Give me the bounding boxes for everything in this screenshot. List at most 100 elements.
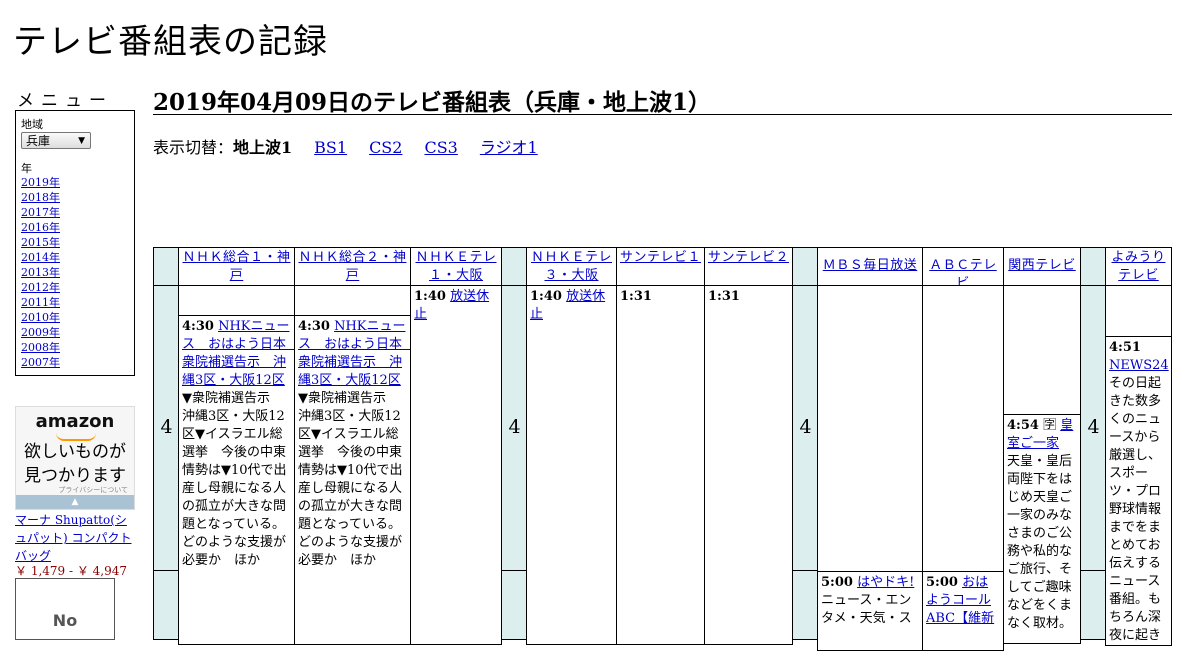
hour-label: 4 <box>160 416 173 438</box>
program-time: 5:00 <box>821 575 853 590</box>
program-time: 4:30 <box>182 319 214 334</box>
channel-link[interactable]: ＮＨＫＥテレ３・大阪 <box>531 250 612 283</box>
program-description: その日起きた数多くのニュースから厳選し、スポーツ・プロ野球情報までをまとめてお伝… <box>1109 376 1162 643</box>
hour-label: 4 <box>1087 416 1100 438</box>
program-mark-icon: 🈑 <box>1043 418 1057 433</box>
program-time: 4:51 <box>1109 340 1141 355</box>
page-title: 2019年04月09日のテレビ番組表（兵庫・地上波1） <box>153 89 712 116</box>
ad-product-price: ￥ 1,479 - ￥ 4,947 <box>15 564 128 578</box>
ad-expand-bar[interactable]: ▲ <box>16 495 134 509</box>
program-description: ▼衆院補選告示 沖縄3区・大阪12区▼イスラエル総選挙 今後の中東情勢は▼10代… <box>298 391 403 568</box>
channel-header: サンテレビ２ <box>704 247 793 286</box>
channel-header: 関西テレビ <box>1003 247 1081 286</box>
program-title-link[interactable]: はやドキ! <box>857 575 914 590</box>
year-link[interactable]: 2013年 <box>21 266 60 279</box>
channel-link[interactable]: 関西テレビ <box>1008 258 1076 273</box>
year-link[interactable]: 2016年 <box>21 221 60 234</box>
switch-link-cs3[interactable]: CS3 <box>424 138 457 157</box>
program-cell: 5:00 おはようコール ABC【維新 <box>922 571 1004 651</box>
channel-link[interactable]: サンテレビ２ <box>708 250 789 265</box>
program-cell-empty <box>817 285 923 572</box>
amazon-logo: amazon <box>35 411 115 432</box>
year-link[interactable]: 2008年 <box>21 341 60 354</box>
channel-link[interactable]: よみうりテレビ <box>1111 250 1165 283</box>
channel-link[interactable]: ＭＢＳ毎日放送 <box>823 258 918 273</box>
region-select[interactable]: 兵庫 ▼ <box>21 132 91 149</box>
switch-label: 表示切替： <box>153 138 234 157</box>
year-link[interactable]: 2015年 <box>21 236 60 249</box>
site-title: テレビ番組表の記録 <box>13 22 328 62</box>
ad-privacy-link[interactable]: プライバシーについて <box>58 485 128 495</box>
program-time: 5:00 <box>926 575 958 590</box>
channel-link[interactable]: ＮＨＫ総合２・神戸 <box>298 250 406 283</box>
region-select-value: 兵庫 <box>26 134 51 148</box>
year-link[interactable]: 2007年 <box>21 356 60 369</box>
hour-cell: 4 <box>501 285 527 571</box>
year-label: 年 <box>21 162 32 175</box>
program-time: 1:31 <box>708 289 740 304</box>
ad-headline-1: 欲しいものが <box>24 442 126 462</box>
program-time: 1:40 <box>414 289 446 304</box>
ad-headline-2: 見つかります <box>24 466 126 486</box>
program-time: 1:31 <box>620 289 652 304</box>
year-link[interactable]: 2017年 <box>21 206 60 219</box>
hour-cell: 4 <box>153 285 179 571</box>
program-cell: 4:30 NHKニュース おはよう日本 衆院補選告示 沖縄3区・大阪12区 ▼衆… <box>294 315 411 645</box>
switch-link-cs2[interactable]: CS2 <box>369 138 402 157</box>
program-cell: 1:31 <box>616 285 705 645</box>
switch-link-bs1[interactable]: BS1 <box>314 138 347 157</box>
program-cell: 4:51 NEWS24 その日起きた数多くのニュースから厳選し、スポーツ・プロ野球… <box>1105 336 1172 646</box>
program-title-link[interactable]: NEWS24 <box>1109 358 1169 373</box>
channel-header: ＮＨＫＥテレ１・大阪 <box>410 247 502 286</box>
hour-label: 4 <box>508 416 521 438</box>
channel-link[interactable]: ＮＨＫ総合１・神戸 <box>182 250 290 283</box>
chevron-down-icon: ▼ <box>78 136 85 146</box>
hour-header-cell <box>501 247 527 286</box>
year-list: 2019年 2018年 2017年 2016年 2015年 2014年 2013… <box>21 175 60 370</box>
menu-box: 地域 兵庫 ▼ 年 2019年 2018年 2017年 2016年 2015年 … <box>15 110 135 376</box>
channel-link[interactable]: サンテレビ１ <box>620 250 701 265</box>
switch-link-radio1[interactable]: ラジオ1 <box>480 138 538 157</box>
channel-header: ＭＢＳ毎日放送 <box>817 247 923 286</box>
program-time: 1:40 <box>530 289 562 304</box>
program-cell: 1:40 放送休止 <box>526 285 617 645</box>
view-switcher: 表示切替：地上波1 BS1 CS2 CS3 ラジオ1 <box>153 134 560 158</box>
program-cell: 4:54 🈑 皇室ご一家 天皇・皇后両陛下をはじめ天皇ご一家のみなさまのご公務や… <box>1003 414 1081 644</box>
channel-link[interactable]: ＮＨＫＥテレ１・大阪 <box>415 250 496 283</box>
program-cell: 1:31 <box>704 285 793 645</box>
hour-cell: 4 <box>792 285 818 571</box>
switch-current: 地上波1 <box>233 138 293 157</box>
title-rule <box>153 114 1172 115</box>
program-time: 4:54 <box>1007 418 1039 433</box>
year-link[interactable]: 2019年 <box>21 176 60 189</box>
program-time: 4:30 <box>298 319 330 334</box>
menu-title: メニュー <box>17 91 113 111</box>
amazon-ad-banner[interactable]: amazon 欲しいものが 見つかります プライバシーについて ▲ <box>15 406 135 510</box>
program-cell-empty <box>1105 285 1172 337</box>
year-link[interactable]: 2018年 <box>21 191 60 204</box>
program-description: 天皇・皇后両陛下をはじめ天皇ご一家のみなさまのご公務や私的なご旅行、そしてご趣味… <box>1007 454 1073 631</box>
channel-header: サンテレビ１ <box>616 247 705 286</box>
hour-header-cell <box>1080 247 1106 286</box>
program-description: ▼衆院補選告示 沖縄3区・大阪12区▼イスラエル総選挙 今後の中東情勢は▼10代… <box>182 391 287 568</box>
channel-header: ＮＨＫＥテレ３・大阪 <box>526 247 617 286</box>
channel-link[interactable]: ＡＢＣテレビ <box>929 258 997 285</box>
no-image-text: No <box>52 611 78 630</box>
channel-header: ＡＢＣテレビ <box>922 247 1004 286</box>
program-cell-empty <box>178 285 295 316</box>
hour-cell: 4 <box>1080 285 1106 571</box>
hour-label: 4 <box>799 416 812 438</box>
program-cell: 4:30 NHKニュース おはよう日本 衆院補選告示 沖縄3区・大阪12区 ▼衆… <box>178 315 295 645</box>
ad-product-name[interactable]: マーナ Shupatto(シュパット) コンパクトバッグ <box>15 511 135 565</box>
region-label: 地域 <box>21 118 43 131</box>
program-cell-empty <box>922 285 1004 572</box>
year-link[interactable]: 2009年 <box>21 326 60 339</box>
year-link[interactable]: 2011年 <box>21 296 60 309</box>
program-cell: 5:00 はやドキ! ニュース・エンタメ・天気・ス <box>817 571 923 651</box>
year-link[interactable]: 2012年 <box>21 281 60 294</box>
channel-header: ＮＨＫ総合１・神戸 <box>178 247 295 286</box>
year-link[interactable]: 2014年 <box>21 251 60 264</box>
ad-no-image[interactable]: No <box>15 578 115 640</box>
channel-header: ＮＨＫ総合２・神戸 <box>294 247 411 286</box>
year-link[interactable]: 2010年 <box>21 311 60 324</box>
